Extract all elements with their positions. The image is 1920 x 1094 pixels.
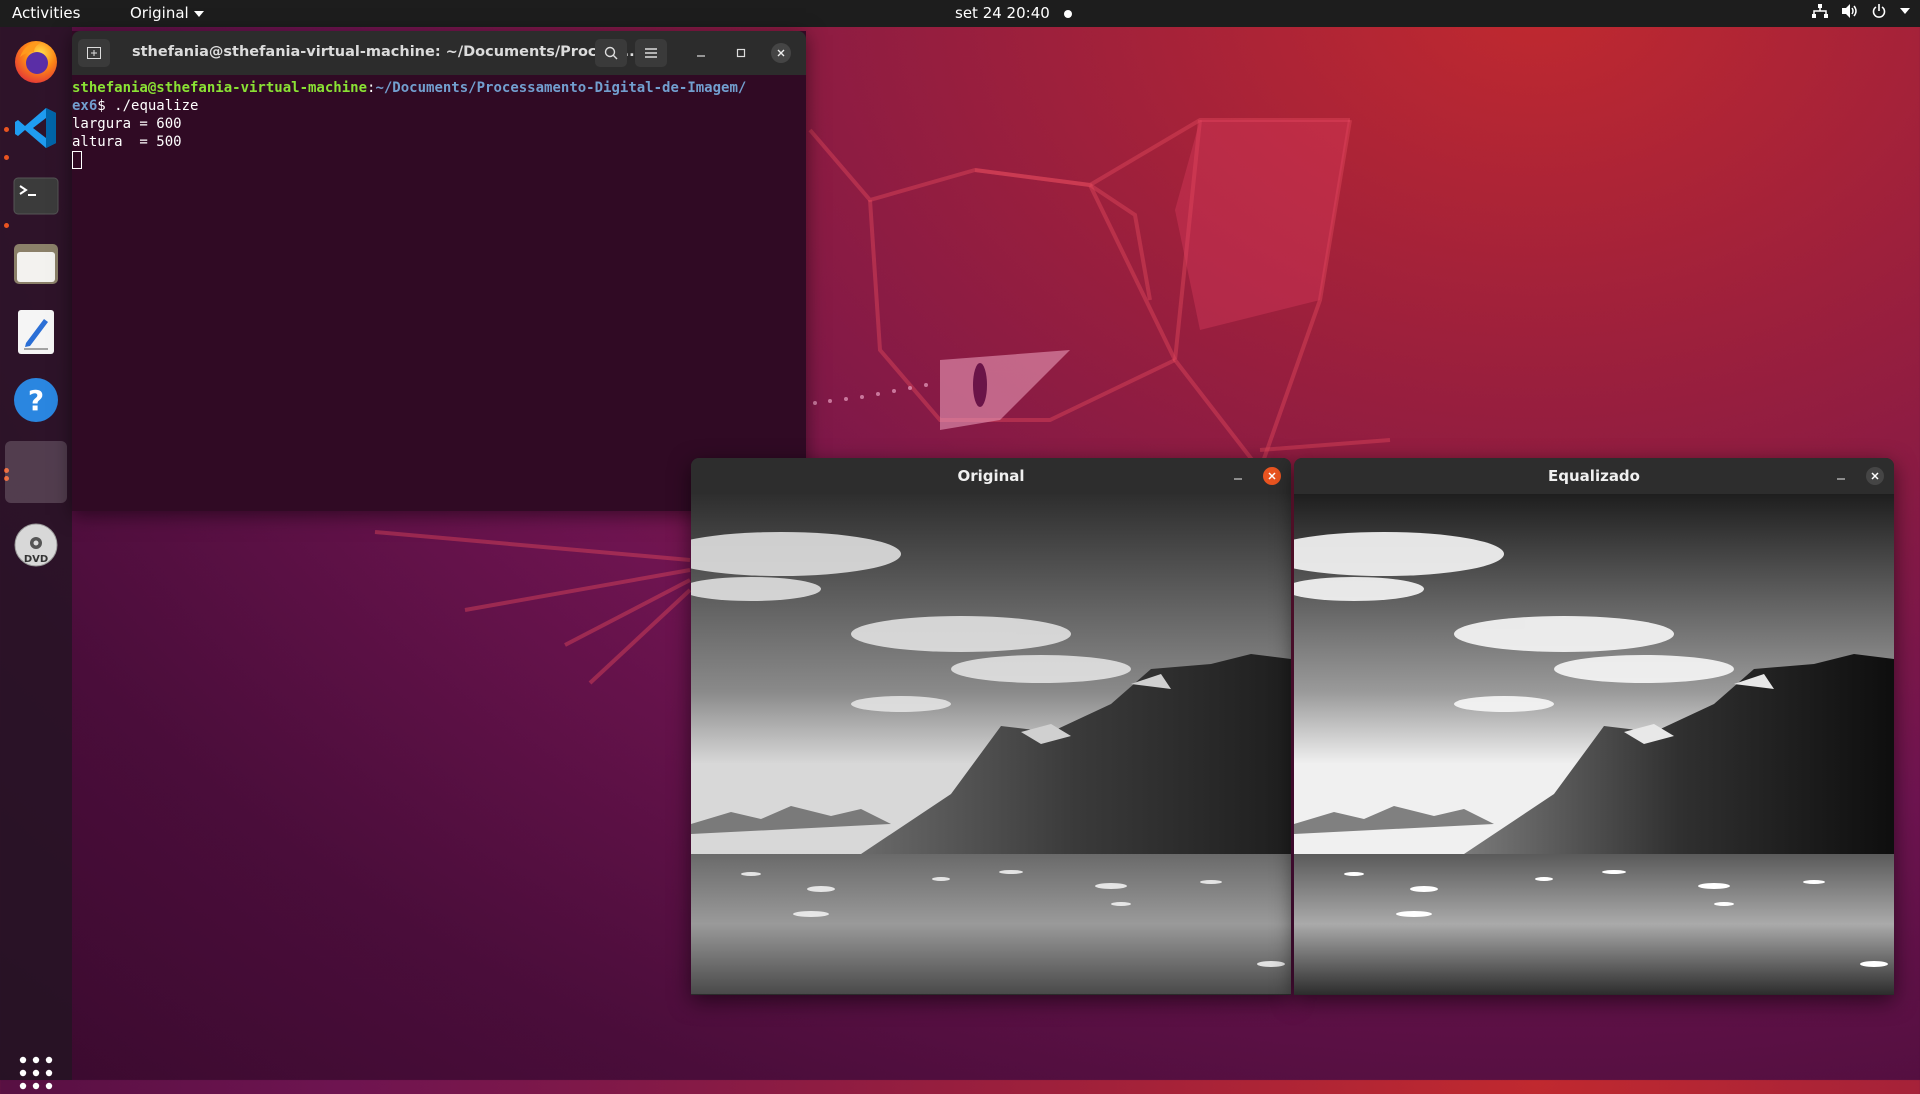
power-icon — [1872, 4, 1886, 18]
network-icon — [1812, 4, 1828, 18]
terminal-icon — [13, 177, 59, 215]
dock-item-help[interactable]: ? — [8, 372, 64, 428]
chevron-down-icon — [193, 10, 204, 17]
original-image — [691, 494, 1291, 994]
dock-item-vscode[interactable] — [8, 100, 64, 156]
close-button[interactable] — [1866, 467, 1884, 485]
notification-dot-icon — [1063, 9, 1072, 18]
window-title: Original — [957, 467, 1025, 485]
dock: ? DVD — [0, 27, 72, 1090]
terminal-titlebar[interactable]: sthefania@sthefania-virtual-machine: ~/D… — [72, 31, 806, 75]
close-icon — [1268, 472, 1276, 480]
app-menu-label: Original — [130, 4, 189, 22]
dvd-label: DVD — [24, 554, 48, 565]
prompt-path-cont: ex6 — [72, 98, 98, 114]
dvd-icon: DVD — [14, 523, 58, 567]
text-editor-icon — [18, 310, 54, 354]
window-titlebar[interactable]: Equalizado — [1294, 458, 1894, 494]
help-icon: ? — [14, 378, 58, 422]
app-grid-icon — [19, 1056, 53, 1090]
clock-label: set 24 20:40 — [955, 4, 1050, 22]
minimize-button[interactable] — [1832, 467, 1850, 485]
dock-item-firefox[interactable] — [8, 33, 64, 89]
system-tray[interactable] — [1812, 4, 1910, 18]
window-titlebar[interactable]: Original — [691, 458, 1291, 494]
dock-item-dvd[interactable]: DVD — [8, 517, 64, 573]
maximize-button[interactable] — [731, 43, 751, 63]
output-line: largura = 600 — [72, 116, 182, 132]
top-bar: Activities Original set 24 20:40 — [0, 0, 1920, 27]
files-icon — [14, 244, 58, 284]
minimize-icon — [1234, 478, 1242, 480]
close-icon — [1871, 472, 1879, 480]
new-tab-icon — [87, 47, 101, 59]
app-menu[interactable]: Original — [130, 4, 204, 23]
close-button[interactable] — [771, 43, 791, 63]
dock-item-text-editor[interactable] — [8, 304, 64, 360]
minimize-button[interactable] — [1229, 467, 1247, 485]
volume-icon — [1842, 4, 1857, 18]
minimize-button[interactable] — [691, 43, 711, 63]
minimize-icon — [697, 55, 705, 57]
clock[interactable]: set 24 20:40 — [955, 4, 1072, 23]
terminal-output[interactable]: sthefania@sthefania-virtual-machine:~/Do… — [72, 75, 806, 169]
running-indicator — [4, 155, 9, 160]
menu-button[interactable] — [635, 39, 667, 67]
close-button[interactable] — [1263, 467, 1281, 485]
dock-item-running-app[interactable] — [5, 441, 67, 503]
dock-item-files[interactable] — [8, 236, 64, 292]
prompt-path: ~/Documents/Processamento-Digital-de-Ima… — [375, 80, 747, 96]
show-applications-button[interactable] — [19, 1056, 53, 1090]
text-cursor — [72, 151, 82, 169]
output-line: altura = 500 — [72, 134, 182, 150]
maximize-icon — [736, 48, 746, 58]
hamburger-icon — [645, 48, 657, 58]
close-icon — [777, 49, 785, 57]
search-icon — [604, 46, 618, 60]
activities-button[interactable]: Activities — [12, 4, 80, 23]
running-indicator — [4, 223, 9, 228]
new-tab-button[interactable] — [78, 39, 110, 67]
svg-text:?: ? — [28, 384, 44, 417]
command-text: ./equalize — [114, 98, 199, 114]
prompt-user: sthefania@sthefania-virtual-machine — [72, 80, 368, 96]
window-title: Equalizado — [1548, 467, 1640, 485]
search-button[interactable] — [595, 39, 627, 67]
dock-item-terminal[interactable] — [8, 168, 64, 224]
terminal-title: sthefania@sthefania-virtual-machine: ~/D… — [132, 44, 641, 60]
firefox-icon — [15, 41, 57, 83]
vscode-icon — [15, 108, 56, 148]
terminal-window[interactable]: sthefania@sthefania-virtual-machine: ~/D… — [72, 31, 806, 511]
prompt-symbol: $ — [97, 98, 115, 114]
equalized-image — [1294, 494, 1894, 994]
chevron-down-icon — [1900, 8, 1910, 14]
original-window[interactable]: Original — [691, 458, 1291, 995]
minimize-icon — [1837, 478, 1845, 480]
equalized-window[interactable]: Equalizado — [1294, 458, 1894, 995]
